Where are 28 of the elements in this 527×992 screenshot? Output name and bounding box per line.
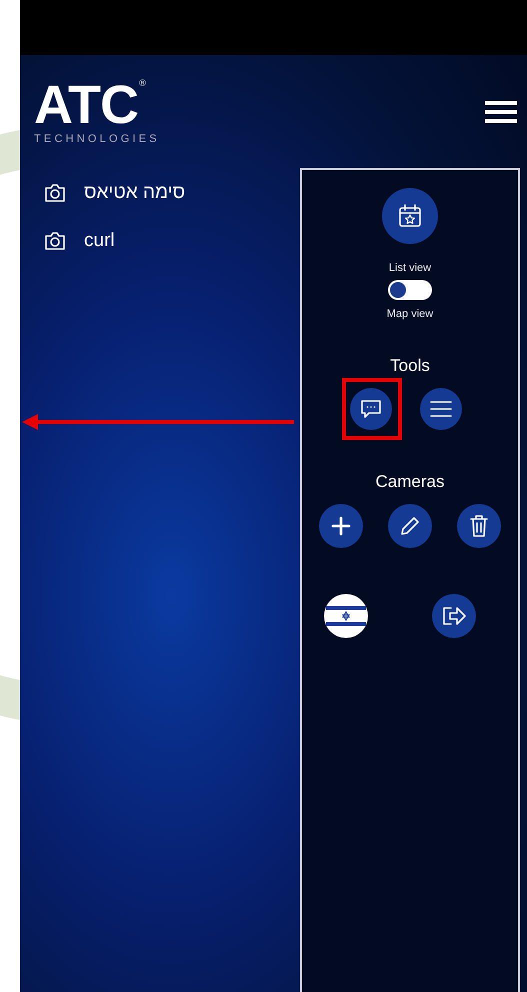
trash-icon	[468, 514, 490, 538]
add-button[interactable]	[319, 504, 363, 548]
camera-item[interactable]: curl	[44, 230, 300, 252]
delete-button[interactable]	[457, 504, 501, 548]
chat-button[interactable]	[350, 388, 392, 430]
camera-icon	[44, 183, 66, 203]
view-toggle[interactable]	[388, 280, 432, 300]
logo-subtitle: TECHNOLOGIES	[34, 132, 160, 144]
registered-mark: ®	[138, 78, 147, 88]
calendar-star-icon	[396, 202, 424, 230]
list-icon	[429, 399, 453, 419]
language-button[interactable]	[324, 594, 368, 638]
logout-button[interactable]	[432, 594, 476, 638]
list-button[interactable]	[420, 388, 462, 430]
camera-icon	[44, 231, 66, 251]
menu-icon	[485, 100, 517, 124]
pencil-icon	[399, 515, 421, 537]
logout-icon	[441, 604, 467, 628]
logo-wordmark: ATC	[34, 78, 138, 130]
chat-icon	[359, 397, 383, 421]
edit-button[interactable]	[388, 504, 432, 548]
tools-heading: Tools	[390, 356, 430, 376]
list-view-label: List view	[388, 262, 432, 274]
plus-icon	[330, 515, 352, 537]
camera-item[interactable]: סימה אטיאס	[44, 182, 300, 204]
cameras-heading: Cameras	[376, 472, 444, 492]
menu-button[interactable]	[485, 100, 517, 124]
map-view-label: Map view	[386, 308, 434, 320]
